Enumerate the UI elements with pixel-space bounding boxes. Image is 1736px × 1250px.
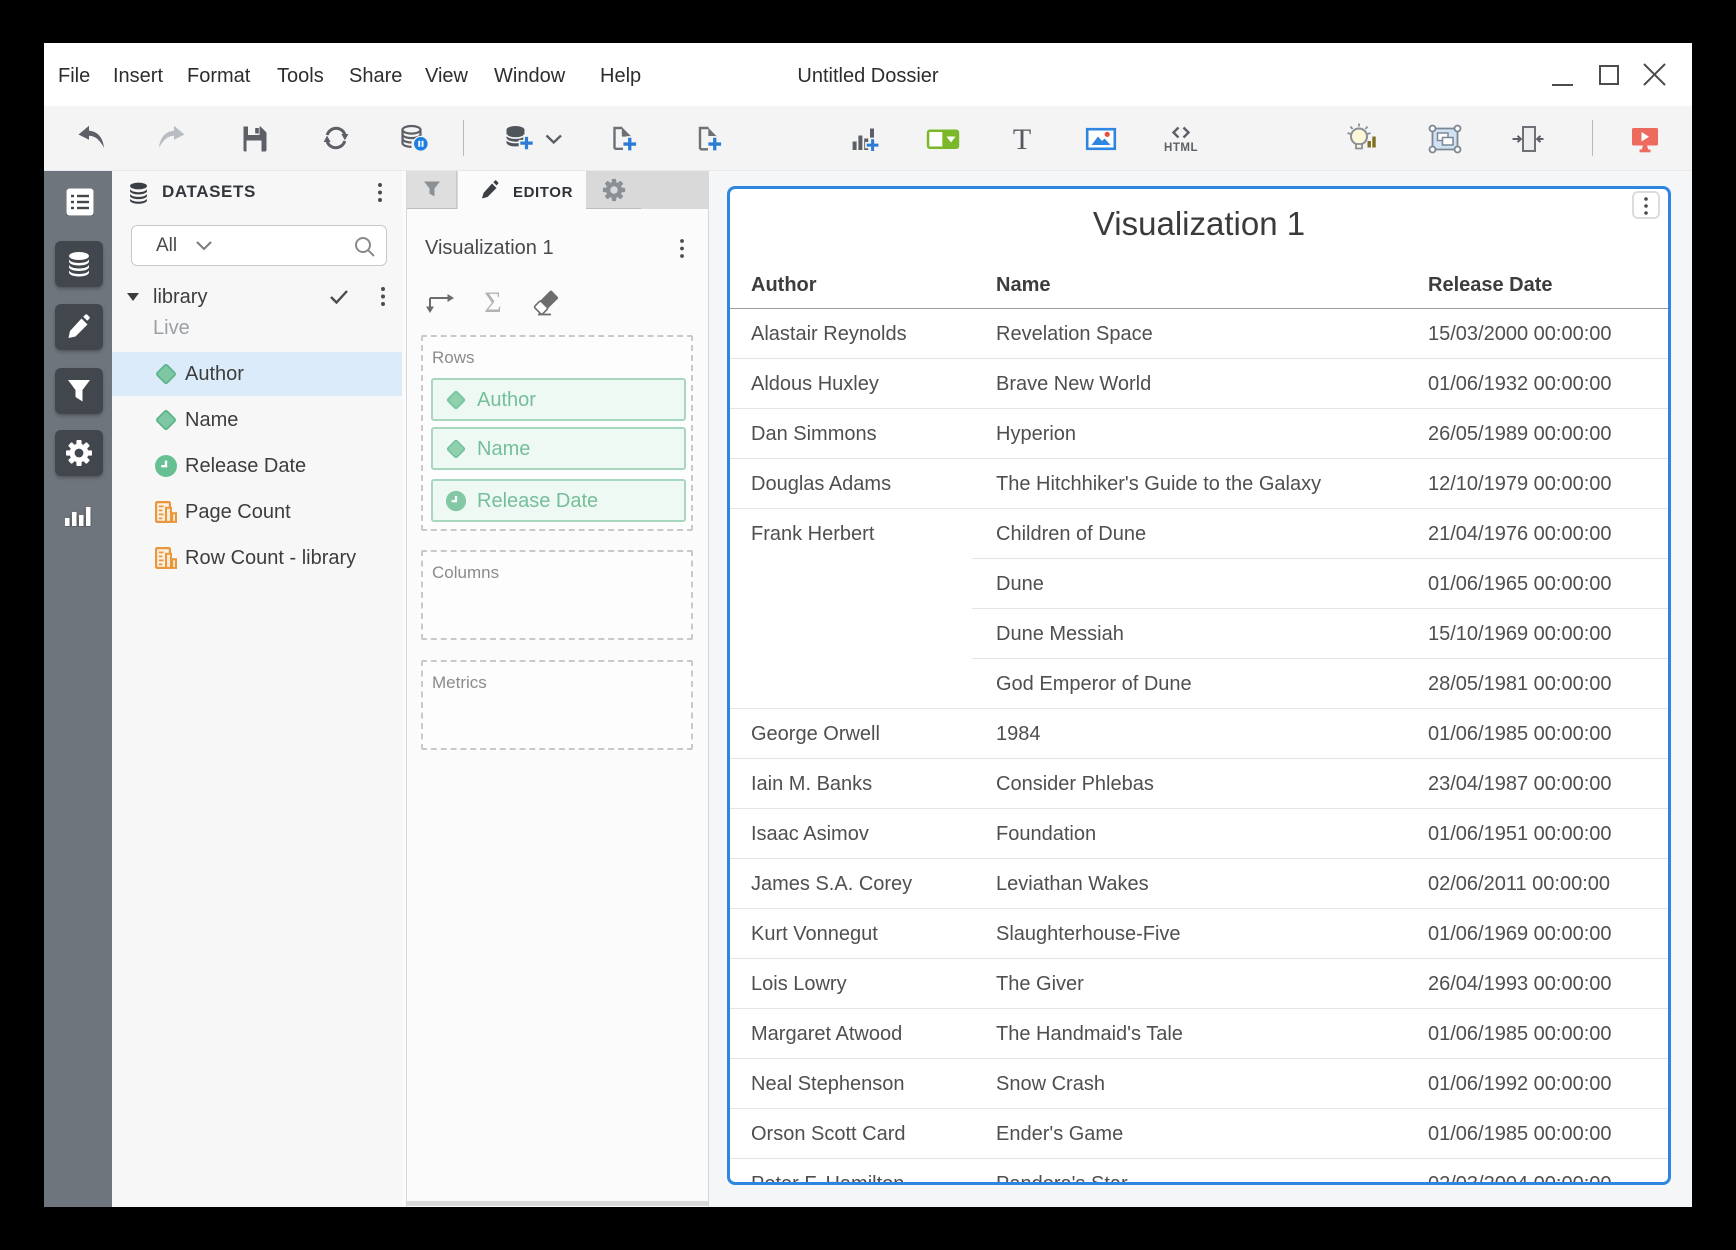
svg-text:HTML: HTML — [1164, 142, 1198, 154]
svg-text:Σ: Σ — [484, 287, 501, 317]
svg-text:T: T — [1013, 123, 1031, 156]
